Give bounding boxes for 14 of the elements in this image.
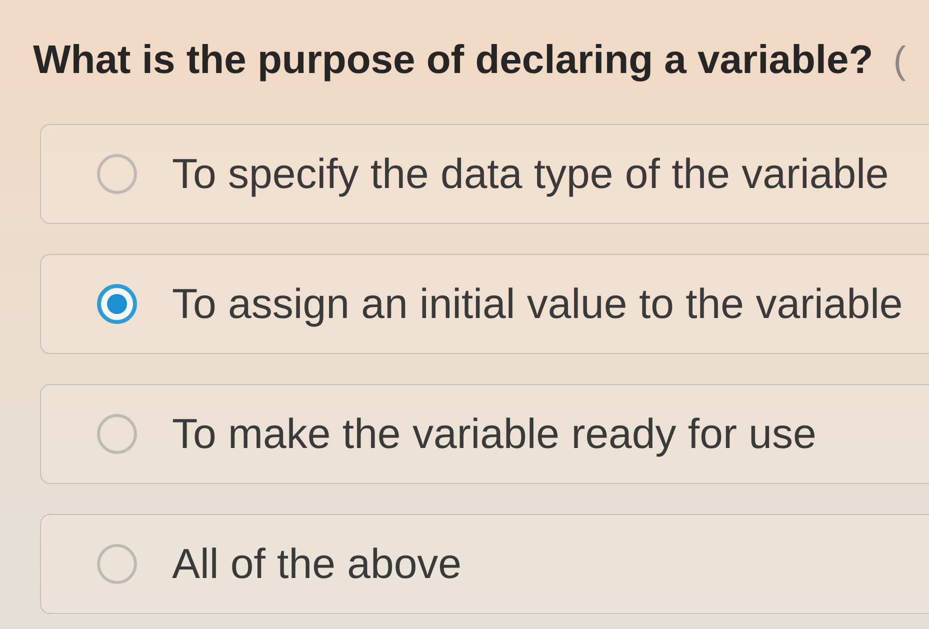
option-label: To make the variable ready for use	[172, 410, 816, 458]
option-label: To specify the data type of the variable	[172, 150, 889, 198]
option-label: To assign an initial value to the variable	[172, 280, 903, 328]
radio-button[interactable]	[97, 544, 137, 584]
option-card[interactable]: To assign an initial value to the variable	[40, 254, 929, 354]
option-card[interactable]: All of the above	[40, 514, 929, 614]
radio-button[interactable]	[97, 284, 137, 324]
option-card[interactable]: To specify the data type of the variable	[40, 124, 929, 224]
question-text: What is the purpose of declaring a variable?	[33, 38, 874, 83]
option-card[interactable]: To make the variable ready for use	[40, 384, 929, 484]
radio-button[interactable]	[97, 154, 137, 194]
question-suffix: (	[893, 40, 906, 83]
option-label: All of the above	[172, 540, 462, 588]
radio-button[interactable]	[97, 414, 137, 454]
